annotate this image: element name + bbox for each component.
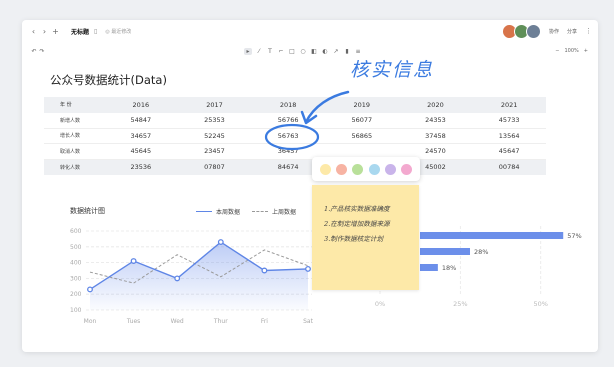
y-tick-label: 100: [70, 307, 82, 314]
x-tick-label: Wed: [171, 318, 184, 325]
color-swatch[interactable]: [368, 163, 380, 175]
x-tick-label: Fri: [261, 318, 268, 325]
y-tick-label: 400: [70, 260, 82, 267]
y-tick-label: 500: [70, 244, 82, 251]
charts-layer: 600 500 400 300 200 100Mon Tues Wed Thur Fri Sat 0%…: [70, 226, 582, 325]
bar-value-label: 28%: [474, 248, 488, 256]
sticky-note-line: 1.产品核实数据准确度: [324, 205, 390, 213]
color-swatch[interactable]: [335, 163, 347, 175]
data-point[interactable]: [130, 258, 137, 264]
x-tick-label: 50%: [533, 300, 547, 308]
color-swatch[interactable]: [401, 163, 413, 175]
x-tick-label: Tues: [126, 318, 140, 325]
data-point[interactable]: [261, 267, 268, 274]
sticky-note[interactable]: 1.产品核实数据准确度 2.在制定增加数据来源 3.制作数据核定计划: [312, 185, 419, 290]
bar[interactable]: [420, 232, 564, 239]
data-point[interactable]: [305, 265, 311, 272]
x-tick-label: Sat: [303, 318, 313, 325]
bar[interactable]: [420, 248, 470, 255]
bar-value-label: 18%: [442, 264, 456, 272]
sticky-note-line: 2.在制定增加数据来源: [324, 220, 390, 228]
y-tick-label: 600: [70, 228, 82, 235]
bar-value-label: 57%: [567, 232, 581, 240]
x-tick-label: Mon: [84, 318, 97, 325]
sticky-note-line: 3.制作数据核定计划: [324, 235, 384, 243]
current-week-area: [90, 242, 308, 310]
x-tick-label: 25%: [453, 300, 467, 308]
data-point[interactable]: [217, 239, 224, 246]
y-tick-label: 200: [70, 291, 82, 298]
bar[interactable]: [420, 264, 438, 271]
color-swatch[interactable]: [319, 163, 331, 175]
y-tick-label: 300: [70, 275, 82, 282]
x-tick-label: Thur: [213, 318, 228, 325]
data-point[interactable]: [174, 275, 181, 282]
color-swatch[interactable]: [384, 163, 396, 175]
color-palette: [312, 157, 420, 181]
color-swatch[interactable]: [352, 163, 364, 175]
data-point[interactable]: [87, 286, 93, 293]
x-tick-label: 0%: [375, 300, 385, 308]
